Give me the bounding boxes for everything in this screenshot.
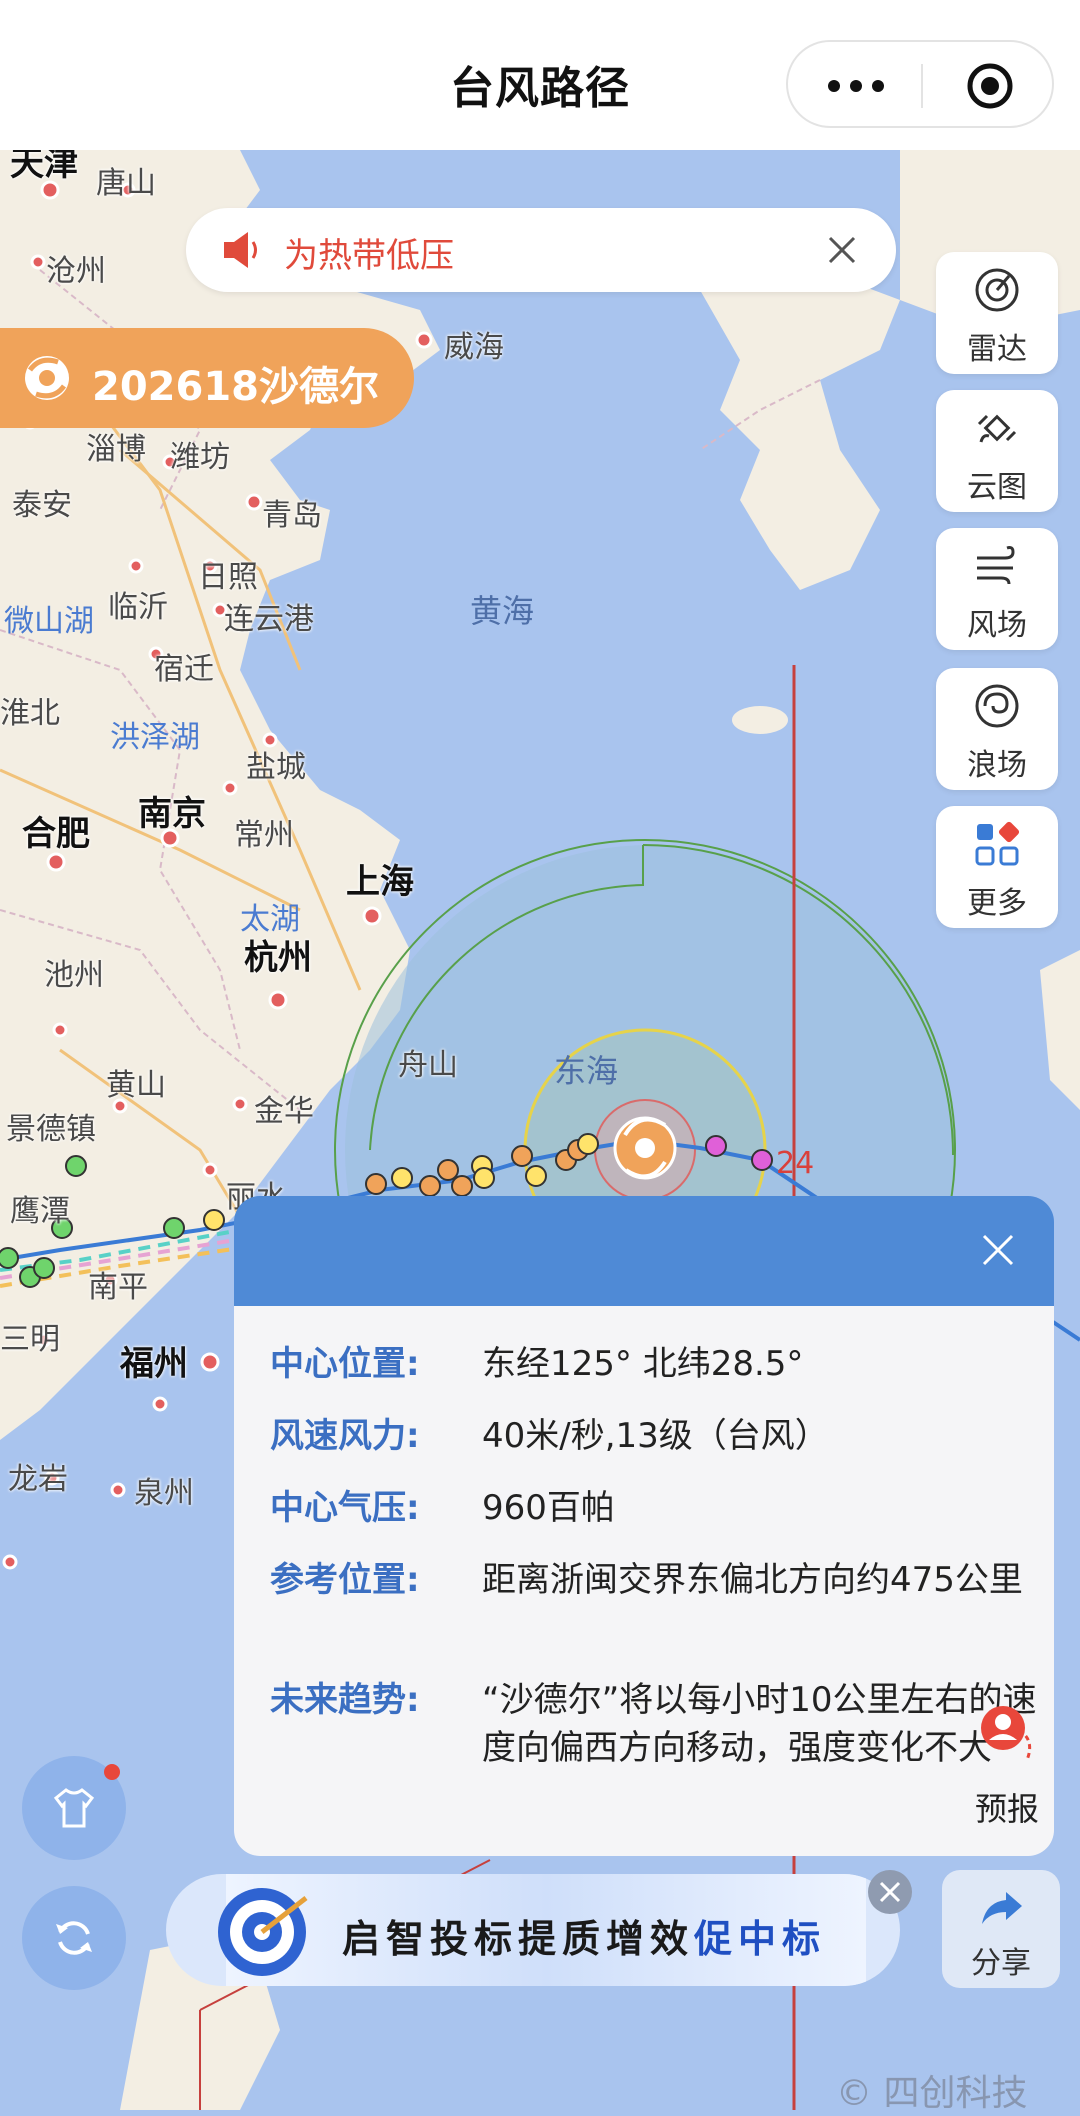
lake-label: 洪泽湖 [110,720,200,755]
wave-label: 浪场 [967,748,1027,783]
city-label: 黄山 [106,1068,166,1103]
sea-label: 黄海 [470,592,535,630]
notification-dot [104,1764,120,1780]
city-label: 淮北 [0,696,60,731]
info-key: 中心气压: [270,1488,420,1528]
ad-close-button[interactable] [868,1870,912,1914]
info-key: 未来趋势: [270,1680,420,1720]
capsule-divider [921,64,923,108]
city-label: 沧州 [46,254,106,289]
radar-icon [975,268,1019,312]
speaker-icon [224,232,257,268]
city-label: 唐山 [96,166,156,201]
popup-body: 中心位置: 东经125° 北纬28.5° 风速风力: 40米/秒,13级（台风）… [234,1306,1054,1856]
notice-banner[interactable]: 为热带低压 [186,208,896,292]
target-icon [218,1888,308,1976]
city-label: 景德镇 [6,1112,96,1147]
satellite-label: 云图 [967,470,1027,505]
info-value: 40米/秒,13级（台风） [482,1416,829,1456]
city-label: 鹰潭 [10,1194,70,1229]
city-label: 盐城 [246,750,306,785]
info-key: 中心位置: [270,1344,420,1384]
radar-button[interactable]: 雷达 [936,252,1058,374]
ad-text: 启智投标提质增效促中标 [342,1908,826,1963]
close-icon [879,1881,901,1903]
city-label: 日照 [198,560,258,595]
close-icon[interactable] [978,1230,1018,1270]
satellite-icon [977,414,1017,443]
notice-text: 为热带低压 [284,236,454,276]
city-label: 杭州 [244,938,312,978]
city-label: 天津 [10,150,78,184]
apps-icon [975,821,1020,866]
copyright-text: © 四创科技 [836,2073,1028,2114]
shirt-icon [53,1788,95,1828]
city-label: 威海 [444,330,504,365]
close-icon[interactable] [822,230,862,270]
forecast-label: 预报 [974,1790,1039,1828]
city-label: 南京 [138,794,206,834]
info-key: 风速风力: [270,1416,420,1456]
city-label: 常州 [234,818,294,853]
ad-banner[interactable]: 启智投标提质增效促中标 [166,1874,900,1986]
share-icon [982,1892,1022,1924]
lake-label: 微山湖 [4,604,94,639]
mini-program-capsule [786,40,1054,128]
sea-label: 东海 [554,1052,619,1090]
popup-header [234,1196,1054,1306]
city-label: 泰安 [12,488,72,523]
share-button[interactable]: 分享 [942,1870,1060,1988]
more-button[interactable]: 更多 [936,806,1058,928]
info-key: 参考位置: [270,1560,420,1600]
close-program-icon[interactable] [966,62,1014,110]
city-label: 潍坊 [170,440,230,475]
share-label: 分享 [971,1946,1031,1981]
forecast-button[interactable]: 预报 [955,1700,1059,1840]
wave-icon [975,684,1019,728]
warning-line-time-label: 24 [776,1146,815,1181]
city-label: 宿迁 [154,652,214,687]
city-label: 淄博 [86,432,146,467]
city-label: 福州 [120,1344,188,1384]
more-options-icon[interactable] [828,80,884,92]
city-label: 南平 [88,1270,148,1305]
typhoon-icon [25,356,69,400]
refresh-button[interactable] [22,1886,126,1990]
wind-label: 风场 [967,608,1027,643]
wave-button[interactable]: 浪场 [936,668,1058,790]
city-label: 金华 [254,1094,314,1129]
typhoon-info-popup: 中心位置: 东经125° 北纬28.5° 风速风力: 40米/秒,13级（台风）… [234,1196,1054,1856]
wind-button[interactable]: 风场 [936,528,1058,650]
forecast-icon [981,1706,1032,1761]
city-label: 龙岩 [8,1462,68,1497]
city-label: 三明 [0,1322,60,1357]
info-value: 东经125° 北纬28.5° [482,1344,804,1384]
typhoon-name: 202618沙德尔 [92,364,379,410]
typhoon-name-tag[interactable]: 202618沙德尔 [0,328,414,428]
city-label: 连云港 [224,602,314,637]
city-label: 舟山 [398,1048,458,1083]
city-label: 池州 [44,958,104,993]
city-label: 合肥 [22,814,90,854]
ad-text-b: 促中标 [694,1917,827,1961]
city-label: 泉州 [134,1476,194,1511]
wind-icon [977,546,1015,585]
city-label: 临沂 [108,590,168,625]
city-label: 青岛 [262,498,322,533]
top-nav-bar: 台风路径 [0,0,1080,150]
more-label: 更多 [967,886,1027,921]
city-label: 上海 [346,862,414,902]
info-value: 960百帕 [482,1488,615,1528]
info-value: 距离浙闽交界东偏北方向约475公里 [482,1560,1023,1600]
refresh-icon [56,1921,92,1955]
radar-label: 雷达 [967,332,1027,367]
satellite-button[interactable]: 云图 [936,390,1058,512]
ad-text-a: 启智投标提质增效 [342,1917,695,1961]
